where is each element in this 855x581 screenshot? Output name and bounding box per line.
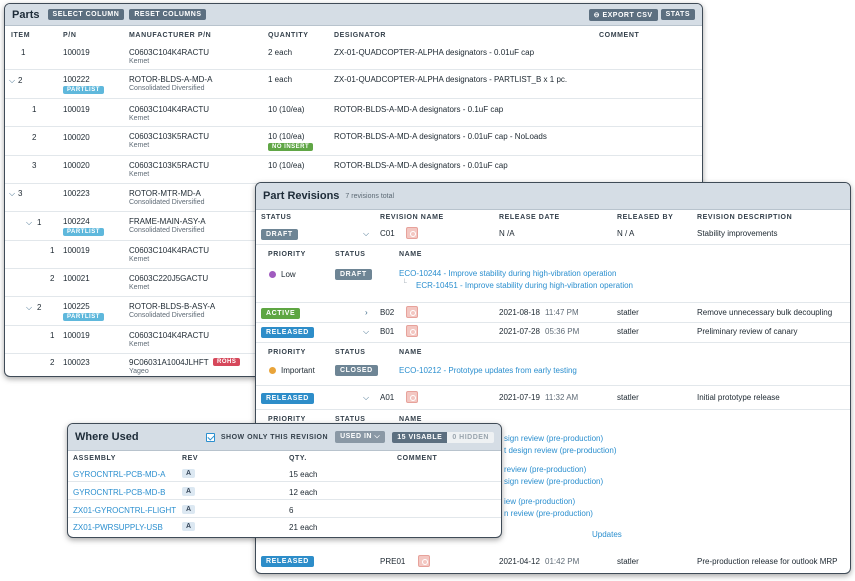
- chevron-down-icon: ⌵: [374, 433, 381, 440]
- status-badge: RELEASED: [261, 556, 314, 567]
- ecr-link[interactable]: sign review (pre-production): [504, 477, 603, 486]
- where-used-header: Where Used SHOW ONLY THIS REVISION USED …: [68, 424, 501, 451]
- eco-link[interactable]: Updates: [592, 530, 622, 539]
- rev-badge: A: [182, 487, 196, 496]
- priority-dot-important: [269, 367, 276, 374]
- col-qty[interactable]: QTY.: [289, 455, 307, 462]
- eco-link[interactable]: review (pre-production): [504, 465, 586, 474]
- col-released-by[interactable]: RELEASED BY: [617, 214, 673, 221]
- assembly-link[interactable]: GYROCNTRL-PCB-MD-B: [73, 488, 165, 497]
- chevron-down-icon[interactable]: ⌵: [26, 303, 32, 313]
- eco-link[interactable]: iew (pre-production): [504, 497, 575, 506]
- priority-dot-low: [269, 271, 276, 278]
- hidden-count[interactable]: 0 HIDDEN: [447, 431, 494, 443]
- revisions-header: Part Revisions 7 revisions total: [256, 183, 850, 210]
- ecr-link[interactable]: n review (pre-production): [504, 509, 593, 518]
- revision-file-icon[interactable]: [406, 306, 418, 318]
- col-item[interactable]: ITEM: [11, 32, 30, 39]
- revision-file-icon[interactable]: [406, 391, 418, 403]
- parts-title: Parts: [12, 8, 40, 21]
- assembly-link[interactable]: GYROCNTRL-PCB-MD-A: [73, 470, 165, 479]
- partlist-tag: PARTLIST: [63, 313, 104, 321]
- assembly-link[interactable]: ZX01-PWRSUPPLY-USB: [73, 523, 163, 532]
- col-rev[interactable]: REV: [182, 455, 198, 462]
- eco-link[interactable]: ECO-10212 - Prototype updates from early…: [399, 366, 577, 375]
- assembly-link[interactable]: ZX01-GYROCNTRL-FLIGHT: [73, 506, 176, 515]
- col-comment[interactable]: COMMENT: [397, 455, 437, 462]
- chevron-down-icon[interactable]: ⌵: [363, 327, 369, 337]
- status-badge: CLOSED: [335, 365, 378, 376]
- chevron-right-icon[interactable]: ›: [365, 308, 368, 317]
- status-badge: RELEASED: [261, 327, 314, 338]
- col-revision-description[interactable]: REVISION DESCRIPTION: [697, 214, 792, 221]
- col-quantity[interactable]: QUANTITY: [268, 32, 309, 39]
- used-in-dropdown[interactable]: USED IN ⌵: [335, 431, 386, 443]
- col-assembly[interactable]: ASSEMBLY: [73, 455, 116, 462]
- chevron-down-icon[interactable]: ⌵: [9, 189, 15, 199]
- rev-badge: A: [182, 522, 196, 531]
- partlist-tag: PARTLIST: [63, 228, 104, 236]
- visible-count[interactable]: 15 VISABLE: [392, 431, 448, 443]
- where-used-title: Where Used: [75, 431, 139, 443]
- chevron-down-icon[interactable]: ⌵: [9, 76, 15, 86]
- revisions-count: 7 revisions total: [345, 192, 395, 200]
- chevron-down-icon[interactable]: ⌵: [363, 393, 369, 403]
- ecr-link[interactable]: t design review (pre-production): [504, 446, 617, 455]
- ecr-link[interactable]: ECR-10451 - Improve stability during hig…: [416, 281, 633, 290]
- revision-file-icon[interactable]: [406, 325, 418, 337]
- revision-file-icon[interactable]: [418, 555, 430, 567]
- where-used-panel: Where Used SHOW ONLY THIS REVISION USED …: [67, 423, 502, 538]
- status-badge: DRAFT: [335, 269, 372, 280]
- col-pn[interactable]: P/N: [63, 32, 76, 39]
- revision-file-icon[interactable]: [406, 227, 418, 239]
- reset-columns-button[interactable]: RESET COLUMNS: [129, 9, 207, 20]
- rev-badge: A: [182, 469, 196, 478]
- col-status[interactable]: STATUS: [261, 214, 292, 221]
- status-badge: ACTIVE: [261, 308, 301, 319]
- checkbox-checked-icon[interactable]: [205, 432, 215, 442]
- stats-button[interactable]: STATS: [660, 9, 695, 20]
- no-insert-tag: NO INSERT: [268, 143, 314, 151]
- chevron-down-icon[interactable]: ⌵: [363, 229, 369, 239]
- partlist-tag: PARTLIST: [63, 86, 104, 94]
- status-badge: DRAFT: [261, 229, 298, 240]
- tree-connector-icon: └: [402, 280, 407, 287]
- col-release-date[interactable]: RELEASE DATE: [499, 214, 560, 221]
- export-csv-button[interactable]: ⊖ EXPORT CSV: [588, 8, 658, 21]
- rohs-tag: ROHS: [213, 358, 241, 366]
- col-mfr-pn[interactable]: MANUFACTURER P/N: [129, 32, 211, 39]
- visibility-toggle[interactable]: 15 VISABLE 0 HIDDEN: [392, 431, 494, 443]
- rev-badge: A: [182, 505, 196, 514]
- col-revision-name[interactable]: REVISION NAME: [380, 214, 444, 221]
- show-only-revision-toggle[interactable]: SHOW ONLY THIS REVISION: [205, 432, 328, 442]
- eco-link[interactable]: sign review (pre-production): [504, 434, 603, 443]
- eco-link[interactable]: ECO-10244 - Improve stability during hig…: [399, 269, 616, 278]
- chevron-down-icon[interactable]: ⌵: [26, 218, 32, 228]
- parts-header: Parts SELECT COLUMN RESET COLUMNS ⊖ EXPO…: [5, 4, 702, 26]
- select-column-button[interactable]: SELECT COLUMN: [47, 9, 125, 20]
- status-badge: RELEASED: [261, 393, 314, 404]
- where-used-table: ASSEMBLY REV QTY. COMMENT GYROCNTRL-PCB-…: [68, 451, 501, 537]
- revisions-title: Part Revisions: [263, 190, 340, 202]
- col-comment[interactable]: COMMENT: [599, 32, 639, 39]
- col-designator[interactable]: DESIGNATOR: [334, 32, 386, 39]
